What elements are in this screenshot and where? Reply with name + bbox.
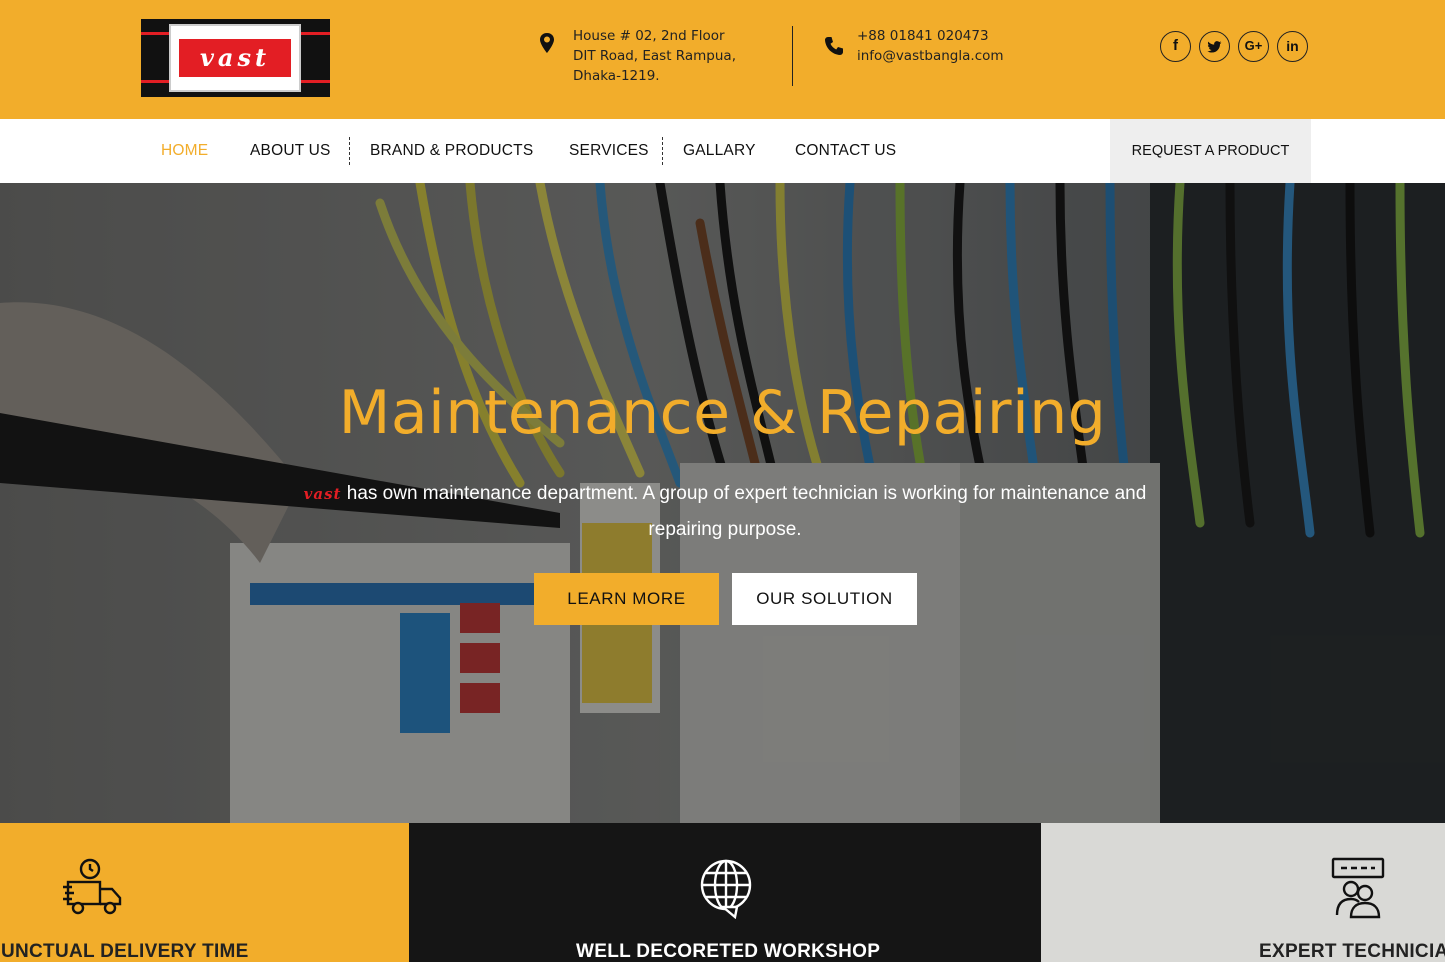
twitter-icon[interactable] xyxy=(1199,31,1230,62)
logo-text: vast xyxy=(199,43,271,72)
email-address[interactable]: info@vastbangla.com xyxy=(857,46,1004,66)
address-line: House # 02, 2nd Floor xyxy=(573,28,725,44)
phone-number[interactable]: +88 01841 020473 xyxy=(857,26,1004,46)
address-line: Dhaka-1219. xyxy=(573,68,660,84)
phone-email-block: +88 01841 020473 info@vastbangla.com xyxy=(824,26,1044,70)
feature-title: PUNCTUAL DELIVERY TIME xyxy=(0,941,249,962)
nav-item-services[interactable]: SERVICES xyxy=(569,119,649,183)
linkedin-icon[interactable]: in xyxy=(1277,31,1308,62)
hero-description-line1: has own maintenance department. A group … xyxy=(341,483,1147,504)
technicians-icon xyxy=(1331,857,1385,919)
hero-description-line2: repairing purpose. xyxy=(648,519,802,540)
vast-logo[interactable]: vast xyxy=(141,19,330,97)
phone-icon xyxy=(825,37,843,55)
delivery-truck-icon xyxy=(63,858,122,915)
feature-title: WELL DECORETED WORKSHOP xyxy=(576,941,881,962)
google-plus-icon[interactable]: G+ xyxy=(1238,31,1269,62)
nav-item-gallary[interactable]: GALLARY xyxy=(683,119,756,183)
main-nav: HOME ABOUT US BRAND & PRODUCTS SERVICES … xyxy=(0,119,1445,183)
brand-name: vast xyxy=(303,485,342,503)
address-line: DIT Road, East Rampua, xyxy=(573,48,736,64)
top-bar: vast House # 02, 2nd Floor DIT Road, Eas… xyxy=(0,0,1445,119)
facebook-icon[interactable]: f xyxy=(1160,31,1191,62)
header-divider xyxy=(792,26,793,86)
nav-separator xyxy=(349,137,350,165)
hero-title: Maintenance & Repairing xyxy=(338,378,1107,448)
address-block: House # 02, 2nd Floor DIT Road, East Ram… xyxy=(540,26,770,90)
hero-description: vast has own maintenance department. A g… xyxy=(280,476,1170,548)
nav-item-brand-products[interactable]: BRAND & PRODUCTS xyxy=(370,119,533,183)
nav-separator xyxy=(662,137,663,165)
feature-expert-technician: EXPERT TECHNICIAN xyxy=(1041,823,1445,962)
social-links: f G+ in xyxy=(1160,31,1308,62)
learn-more-button[interactable]: LEARN MORE xyxy=(534,573,719,625)
hero-slider: Maintenance & Repairing vast has own mai… xyxy=(0,183,1445,823)
our-solution-button[interactable]: OUR SOLUTION xyxy=(732,573,917,625)
globe-icon xyxy=(700,859,752,919)
map-marker-icon xyxy=(540,33,554,53)
nav-item-contact-us[interactable]: CONTACT US xyxy=(795,119,896,183)
nav-item-home[interactable]: HOME xyxy=(161,119,208,183)
logo-red-block: vast xyxy=(179,39,291,77)
logo-plate: vast xyxy=(169,24,301,92)
feature-title: EXPERT TECHNICIAN xyxy=(1259,941,1445,962)
feature-workshop: WELL DECORETED WORKSHOP xyxy=(409,823,1041,962)
nav-item-about-us[interactable]: ABOUT US xyxy=(250,119,331,183)
feature-punctual-delivery: PUNCTUAL DELIVERY TIME xyxy=(0,823,409,962)
request-product-button[interactable]: REQUEST A PRODUCT xyxy=(1110,119,1311,183)
